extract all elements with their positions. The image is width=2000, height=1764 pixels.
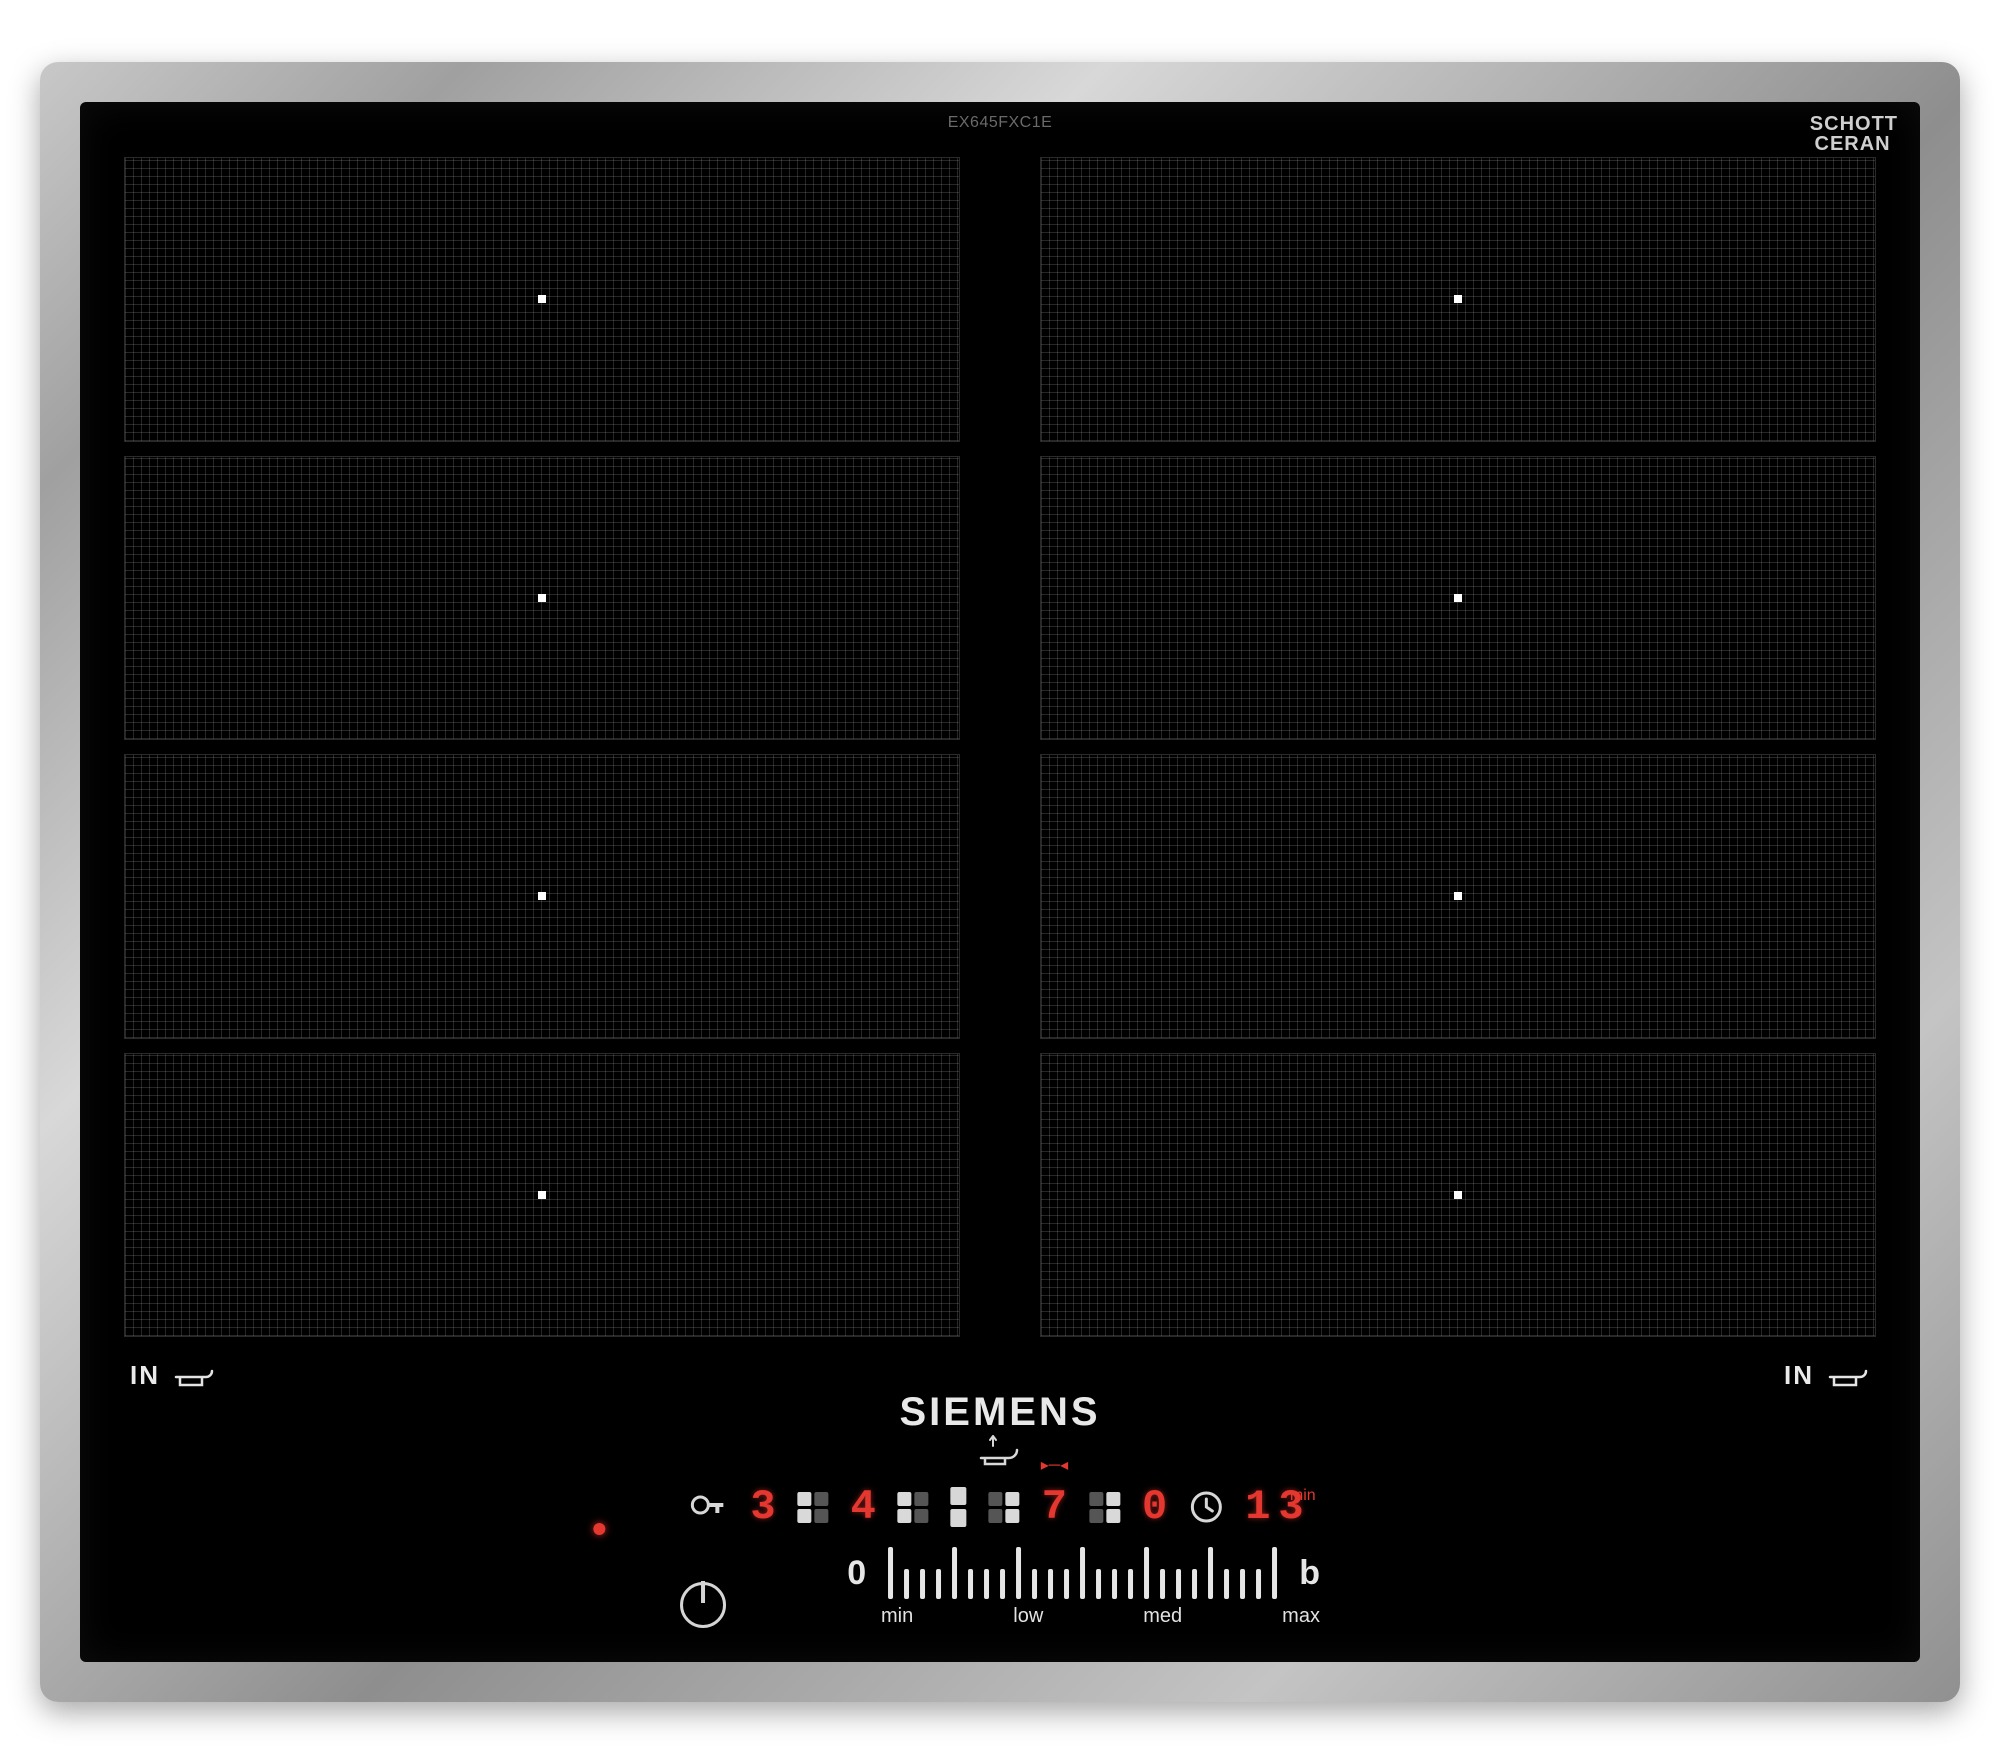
cooktop-appliance: EX645FXC1E SCHOTT CERAN® IN (40, 62, 1960, 1702)
schott-reg: ® (1891, 136, 1898, 147)
zone-segment[interactable] (1040, 1053, 1876, 1338)
zone2-level-display: 4 (851, 1483, 876, 1531)
slider-label-low: low (1013, 1605, 1043, 1628)
countdown-arrows-icon: ▸─◂ (1041, 1455, 1068, 1475)
zone4-level-display: 0 (1142, 1483, 1167, 1531)
zone-segment[interactable] (124, 1053, 960, 1338)
zone-segment[interactable] (124, 754, 960, 1039)
zone1-level-display: 3 (750, 1483, 775, 1531)
zone-segment[interactable] (124, 456, 960, 741)
flex-link-button[interactable] (951, 1487, 967, 1527)
in-label-right: IN (1784, 1360, 1814, 1391)
flex-zone-right[interactable] (1040, 157, 1876, 1337)
cooking-zones (124, 157, 1876, 1337)
brand-logo: SIEMENS (899, 1390, 1100, 1435)
glass-surface: EX645FXC1E SCHOTT CERAN® IN (80, 102, 1920, 1662)
timer-unit-label: min (1290, 1487, 1316, 1505)
schott-ceran-badge: SCHOTT CERAN® (1810, 114, 1898, 154)
slider-label-med: med (1143, 1605, 1182, 1628)
pot-icon (172, 1363, 216, 1389)
schott-line2: CERAN (1815, 133, 1891, 155)
zone-segment[interactable] (1040, 456, 1876, 741)
zone4-selector-button[interactable] (1089, 1492, 1120, 1523)
slider-labels: min low med max (881, 1605, 1320, 1628)
slider-label-min: min (881, 1605, 913, 1628)
zone3-level-display: 7 (1042, 1483, 1067, 1531)
schott-line1: SCHOTT (1810, 114, 1898, 134)
indicator-led (593, 1523, 605, 1535)
zone2-selector-button[interactable] (898, 1492, 929, 1523)
zone-segment[interactable] (124, 157, 960, 442)
slider-row: 0 b min low (680, 1547, 1320, 1628)
flex-zone-left[interactable] (124, 157, 960, 1337)
zone-segment[interactable] (1040, 157, 1876, 442)
frying-sensor-button[interactable] (979, 1432, 1021, 1468)
zone1-selector-button[interactable] (798, 1492, 829, 1523)
zone-segment[interactable] (1040, 754, 1876, 1039)
pot-icon (1826, 1363, 1870, 1389)
zone3-selector-button[interactable] (989, 1492, 1020, 1523)
induction-markers: IN IN (130, 1360, 1870, 1391)
touch-control-panel: 3 4 ▸─◂ 7 0 min 13 (80, 1432, 1920, 1662)
slider-label-max: max (1282, 1605, 1320, 1628)
child-lock-button[interactable] (688, 1485, 728, 1530)
power-slider[interactable] (888, 1547, 1277, 1599)
slider-zero-button[interactable]: 0 (847, 1554, 866, 1599)
model-number-label: EX645FXC1E (948, 114, 1053, 132)
boost-button[interactable]: b (1299, 1554, 1320, 1599)
power-button[interactable] (680, 1582, 726, 1628)
in-label-left: IN (130, 1360, 160, 1391)
timer-button[interactable] (1189, 1490, 1223, 1524)
display-row: 3 4 ▸─◂ 7 0 min 13 (688, 1477, 1311, 1537)
